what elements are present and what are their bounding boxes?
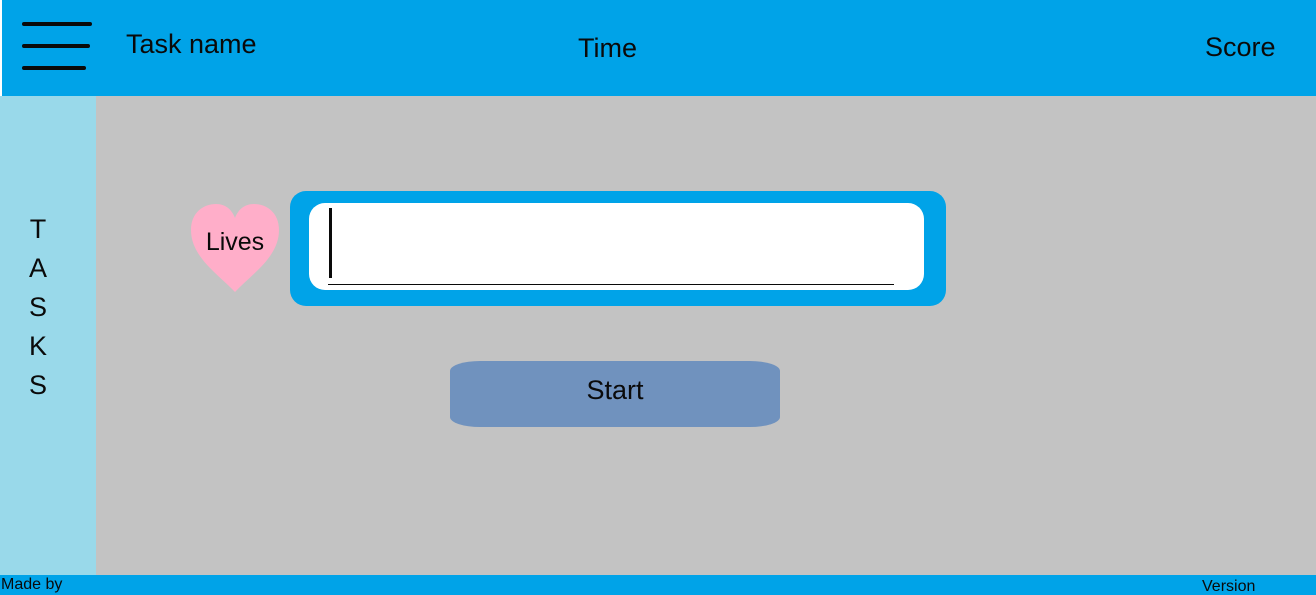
start-button[interactable]: Start: [450, 361, 780, 427]
menu-bar-bottom: [22, 66, 86, 70]
lives-label: Lives: [205, 228, 265, 256]
tasks-letter: S: [28, 370, 47, 400]
footer-bar: Made by Version: [0, 575, 1316, 595]
lives-indicator: Lives: [188, 202, 282, 294]
tasks-letter: K: [28, 331, 47, 361]
tasks-letter: A: [28, 253, 47, 283]
input-underline: [328, 284, 894, 285]
tasks-letter: T: [29, 214, 47, 244]
text-caret: [329, 208, 332, 278]
hamburger-menu-icon[interactable]: [22, 20, 94, 72]
score-label: Score: [1205, 32, 1276, 62]
version-label: Version: [1202, 578, 1256, 595]
menu-bar-top: [22, 22, 92, 26]
tasks-vertical-label: T A S K S: [0, 210, 76, 405]
app-window: Task name Time Score T A S K S Lives Sta…: [0, 0, 1316, 595]
answer-input-frame: [290, 191, 946, 306]
header-bar: Task name Time Score: [2, 0, 1316, 96]
time-label: Time: [578, 33, 637, 63]
answer-input[interactable]: [309, 203, 924, 290]
main-panel: [96, 96, 1316, 575]
made-by-label: Made by: [1, 576, 63, 593]
tasks-letter: S: [28, 292, 47, 322]
task-name-label: Task name: [126, 29, 257, 59]
menu-bar-middle: [22, 44, 90, 48]
tasks-sidebar[interactable]: T A S K S: [0, 96, 96, 575]
